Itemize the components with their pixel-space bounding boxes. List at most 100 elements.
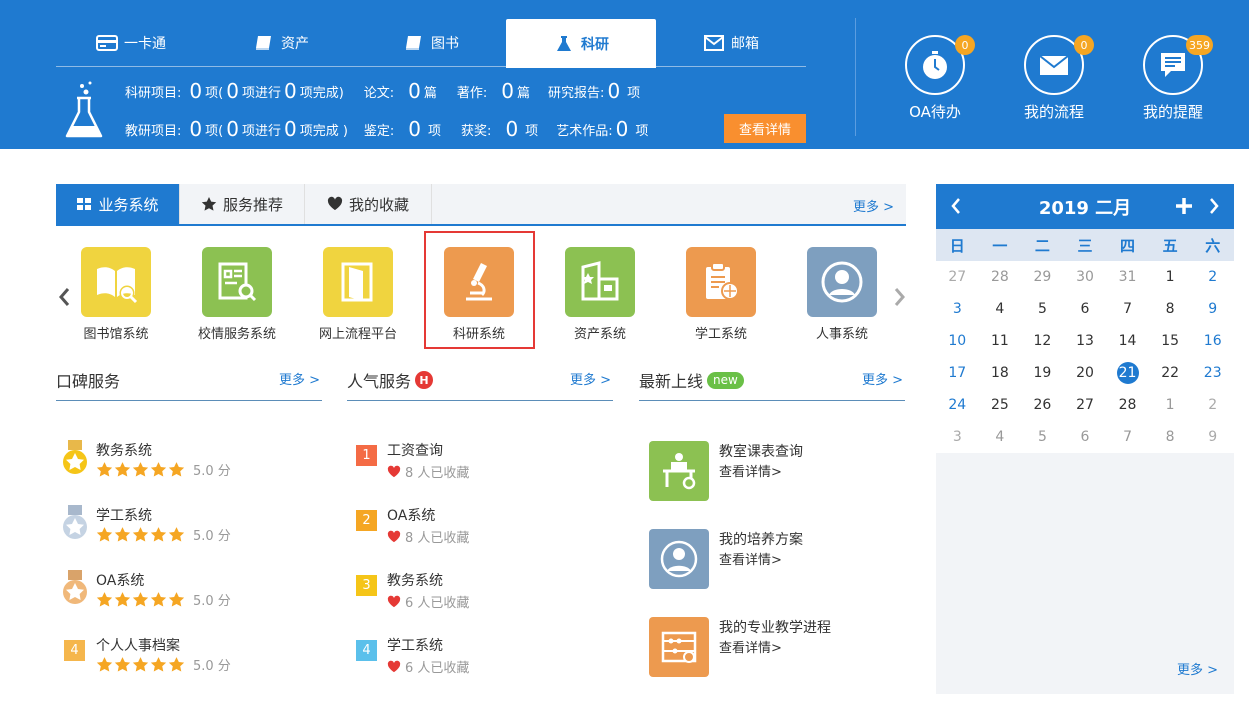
tab-assets[interactable]: 资产 [206, 19, 356, 67]
calendar-day[interactable]: 13 [1064, 325, 1107, 357]
system-student-affairs[interactable]: 学工系统 [666, 247, 776, 342]
calendar-day[interactable]: 21 [1106, 357, 1149, 389]
latest-item-detail-link[interactable]: 查看详情> [719, 549, 782, 568]
calendar-day[interactable]: 30 [1064, 261, 1107, 293]
calendar-day[interactable]: 11 [979, 325, 1022, 357]
system-campus-info[interactable]: 校情服务系统 [182, 247, 292, 342]
calendar-day[interactable]: 19 [1021, 357, 1064, 389]
latest-item-detail-link[interactable]: 查看详情> [719, 637, 782, 656]
calendar-day[interactable]: 6 [1064, 421, 1107, 453]
calendar-day[interactable]: 26 [1021, 389, 1064, 421]
latest-item-detail-link[interactable]: 查看详情> [719, 461, 782, 480]
popular-item[interactable]: 3 教务系统 6 人已收藏 [351, 570, 613, 620]
calendar-day[interactable]: 7 [1106, 421, 1149, 453]
system-assets[interactable]: 资产系统 [545, 247, 655, 342]
calendar-day[interactable]: 15 [1149, 325, 1192, 357]
calendar-day[interactable]: 4 [979, 293, 1022, 325]
calendar-day[interactable]: 25 [979, 389, 1022, 421]
unit: 项进行 [241, 85, 281, 101]
tab-my-favorites[interactable]: 我的收藏 [305, 184, 432, 224]
reputation-item[interactable]: OA系统 5.0 分 [60, 570, 322, 620]
tab-books[interactable]: 图书 [356, 19, 506, 67]
calendar-day[interactable]: 8 [1149, 293, 1192, 325]
popular-item[interactable]: 1 工资查询 8 人已收藏 [351, 440, 613, 490]
calendar-day[interactable]: 3 [936, 293, 979, 325]
report-label: 研究报告: [548, 85, 605, 101]
star-icon [150, 592, 167, 607]
chevron-right-icon [1210, 198, 1219, 214]
calendar-day[interactable]: 1 [1149, 389, 1192, 421]
reputation-item[interactable]: 学工系统 5.0 分 [60, 505, 322, 555]
star-icon [168, 527, 185, 542]
calendar-day[interactable]: 22 [1149, 357, 1192, 389]
tab-business-systems[interactable]: 业务系统 [56, 184, 180, 224]
popular-item[interactable]: 4 学工系统 6 人已收藏 [351, 635, 613, 685]
calendar-day[interactable]: 28 [1106, 389, 1149, 421]
calendar-day[interactable]: 2 [1191, 389, 1234, 421]
reputation-item[interactable]: 教务系统 5.0 分 [60, 440, 322, 490]
unit: 项( [205, 123, 224, 139]
calendar-day[interactable]: 10 [936, 325, 979, 357]
calendar-day[interactable]: 7 [1106, 293, 1149, 325]
calendar-prev-button[interactable] [946, 196, 966, 216]
latest-item[interactable]: 教室课表查询 查看详情> [649, 441, 905, 503]
calendar-day[interactable]: 2 [1191, 261, 1234, 293]
calendar-day[interactable]: 18 [979, 357, 1022, 389]
tab-mail[interactable]: 邮箱 [656, 19, 806, 67]
unit: 篇 [517, 85, 531, 101]
calendar-day[interactable]: 9 [1191, 421, 1234, 453]
calendar-day[interactable]: 12 [1021, 325, 1064, 357]
calendar-day-number: 8 [1165, 301, 1175, 317]
view-details-button[interactable]: 查看详情 [724, 114, 806, 143]
system-hr[interactable]: 人事系统 [787, 247, 897, 342]
heart-icon [327, 196, 343, 210]
popular-more-link[interactable]: 更多 > [570, 369, 611, 388]
calendar-day[interactable]: 31 [1106, 261, 1149, 293]
calendar-day-number: 2 [1208, 269, 1218, 285]
tab-research[interactable]: 科研 [506, 19, 656, 68]
tab-card[interactable]: 一卡通 [56, 19, 206, 67]
calendar-day[interactable]: 4 [979, 421, 1022, 453]
art-count: 0 [615, 117, 629, 141]
calendar-day[interactable]: 1 [1149, 261, 1192, 293]
calendar-day[interactable]: 14 [1106, 325, 1149, 357]
book-count: 0 [501, 79, 515, 103]
calendar-day[interactable]: 17 [936, 357, 979, 389]
panel-more-link[interactable]: 更多 > [853, 196, 894, 215]
oa-todo-shortcut[interactable]: 0 OA待办 [890, 35, 980, 122]
calendar-day[interactable]: 23 [1191, 357, 1234, 389]
rank-badge: 4 [64, 640, 85, 661]
calendar-day[interactable]: 9 [1191, 293, 1234, 325]
system-online-process[interactable]: 网上流程平台 [303, 247, 413, 342]
calendar-day-number: 1 [1165, 269, 1175, 285]
popular-item[interactable]: 2 OA系统 8 人已收藏 [351, 505, 613, 555]
calendar-day[interactable]: 27 [1064, 389, 1107, 421]
selected-system-highlight [424, 231, 535, 349]
calendar-day[interactable]: 20 [1064, 357, 1107, 389]
my-process-badge: 0 [1074, 35, 1094, 55]
tab-service-recommend-label: 服务推荐 [222, 195, 283, 214]
calendar-day[interactable]: 27 [936, 261, 979, 293]
calendar-day[interactable]: 29 [1021, 261, 1064, 293]
reputation-item[interactable]: 4 个人人事档案 5.0 分 [60, 635, 322, 685]
calendar-day[interactable]: 3 [936, 421, 979, 453]
latest-item[interactable]: 我的专业教学进程 查看详情> [649, 617, 905, 679]
hot-badge-icon: H [415, 371, 434, 389]
calendar-next-button[interactable] [1204, 196, 1224, 216]
calendar-day[interactable]: 16 [1191, 325, 1234, 357]
calendar-day[interactable]: 5 [1021, 421, 1064, 453]
latest-item[interactable]: 我的培养方案 查看详情> [649, 529, 905, 591]
latest-more-link[interactable]: 更多 > [862, 369, 903, 388]
system-library[interactable]: 图书馆系统 [61, 247, 171, 342]
calendar-day[interactable]: 6 [1064, 293, 1107, 325]
my-reminder-shortcut[interactable]: 359 我的提醒 [1128, 35, 1218, 122]
calendar-day[interactable]: 24 [936, 389, 979, 421]
calendar-add-button[interactable] [1174, 196, 1194, 216]
calendar-day[interactable]: 8 [1149, 421, 1192, 453]
reputation-more-link[interactable]: 更多 > [279, 369, 320, 388]
calendar-day[interactable]: 28 [979, 261, 1022, 293]
tab-service-recommend[interactable]: 服务推荐 [180, 184, 305, 224]
my-process-shortcut[interactable]: 0 我的流程 [1009, 35, 1099, 122]
calendar-more-link[interactable]: 更多 > [1177, 659, 1218, 678]
calendar-day[interactable]: 5 [1021, 293, 1064, 325]
